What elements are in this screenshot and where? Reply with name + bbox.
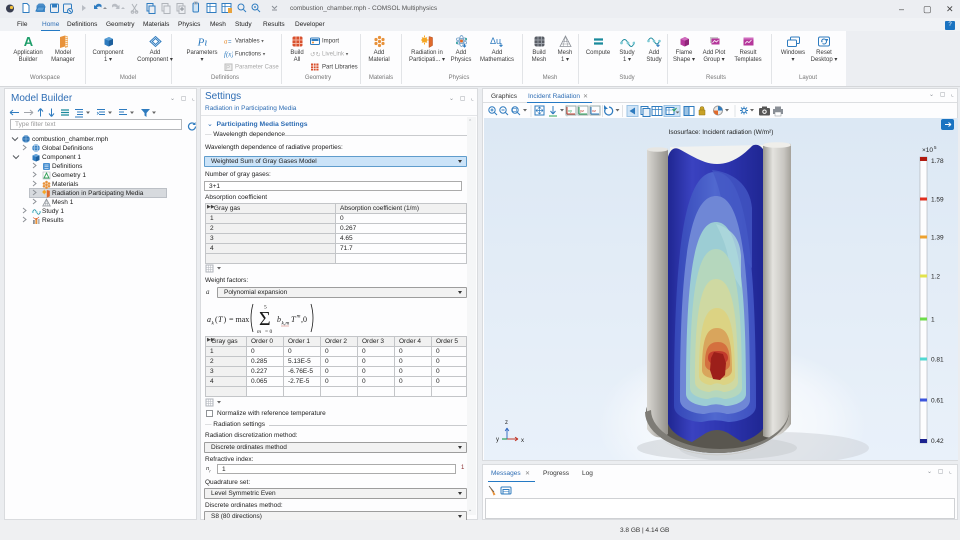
svg-text:0.61: 0.61 <box>931 398 944 405</box>
svg-text:a: a <box>207 315 211 324</box>
svg-text:=: = <box>228 40 232 46</box>
svg-text:Pı: Pı <box>196 37 207 49</box>
svg-text:Isosurface: Incident radiation: Isosurface: Incident radiation (W/m²) <box>669 129 774 136</box>
svg-text:T: T <box>218 315 223 324</box>
svg-text:= max: = max <box>229 315 249 324</box>
svg-text:xz: xz <box>592 108 596 113</box>
svg-text:1.2: 1.2 <box>931 274 940 281</box>
svg-text:f(x): f(x) <box>224 51 233 59</box>
svg-text:= 0: = 0 <box>265 329 272 335</box>
svg-text:1.39: 1.39 <box>931 235 944 242</box>
svg-text:A: A <box>23 35 33 48</box>
svg-text:y: y <box>496 437 499 443</box>
svg-text:5: 5 <box>264 305 267 311</box>
svg-text:1: 1 <box>931 317 935 324</box>
svg-text:yz: yz <box>580 108 584 113</box>
svg-text:Δu: Δu <box>490 36 501 46</box>
svg-text:m: m <box>257 329 261 335</box>
svg-text:0.42: 0.42 <box>931 438 944 445</box>
svg-text:,0: ,0 <box>301 315 307 324</box>
svg-text:xy: xy <box>568 108 572 113</box>
svg-text:m: m <box>297 314 301 320</box>
svg-text:z: z <box>505 420 508 426</box>
svg-text:k,m: k,m <box>282 321 290 327</box>
svg-text:): ) <box>224 315 227 324</box>
svg-text:x: x <box>521 438 524 444</box>
svg-text:×10: ×10 <box>922 147 933 154</box>
svg-text:1.78: 1.78 <box>931 158 944 165</box>
svg-text:0.81: 0.81 <box>931 357 944 364</box>
svg-text:T: T <box>291 315 296 324</box>
svg-text:b: b <box>277 315 281 324</box>
svg-text:P: P <box>226 66 230 72</box>
svg-text:Σ: Σ <box>259 308 271 330</box>
svg-text:1.59: 1.59 <box>931 197 944 204</box>
svg-text:↺↻: ↺↻ <box>310 52 320 59</box>
